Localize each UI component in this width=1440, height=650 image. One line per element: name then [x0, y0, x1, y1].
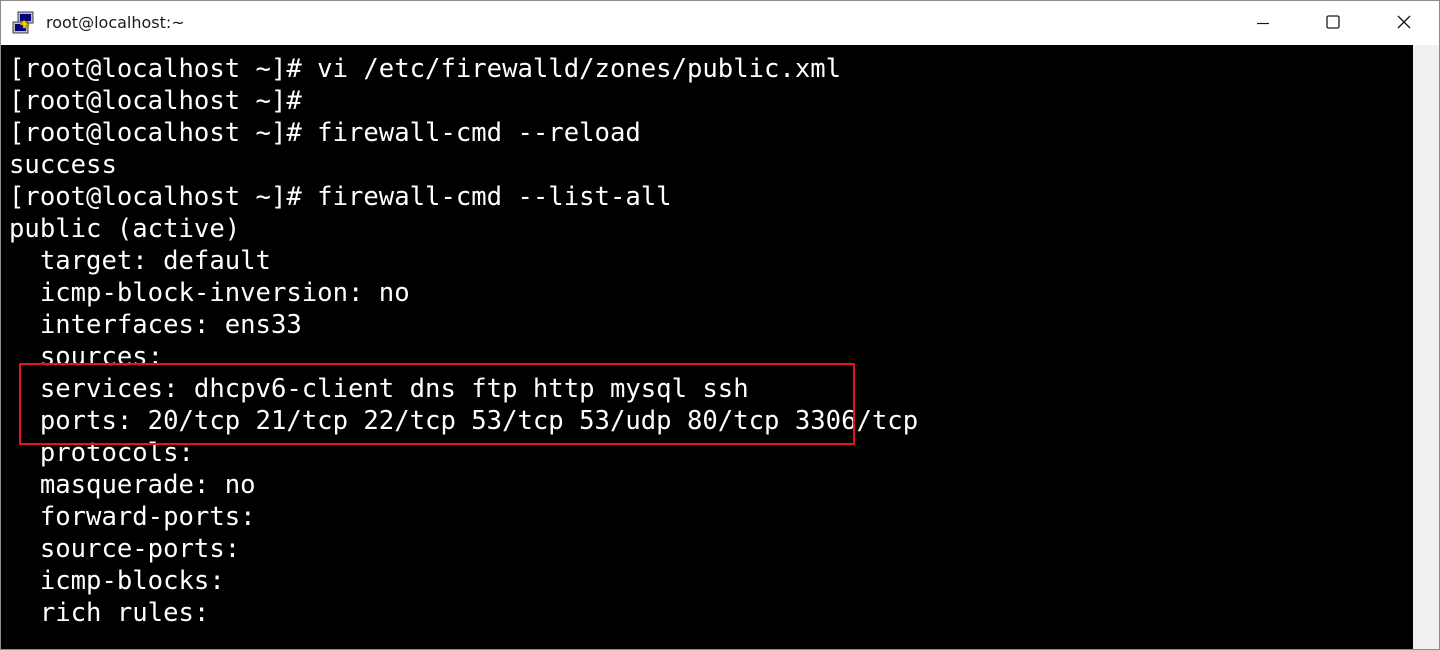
close-icon [1397, 14, 1411, 33]
terminal-line: public (active) [9, 214, 241, 244]
terminal-window: root@localhost:~ [root@localhost ~]# vi … [0, 0, 1440, 650]
window-title: root@localhost:~ [46, 13, 185, 32]
putty-terminal-icon[interactable] [11, 11, 35, 35]
minimize-icon [1257, 14, 1269, 33]
terminal-line: interfaces: ens33 [9, 310, 302, 340]
terminal-line: icmp-block-inversion: no [9, 278, 410, 308]
terminal-line: [root@localhost ~]# firewall-cmd --list-… [9, 182, 672, 212]
terminal-line: [root@localhost ~]# firewall-cmd --reloa… [9, 118, 641, 148]
terminal-line: forward-ports: [9, 502, 256, 532]
terminal-line: source-ports: [9, 534, 241, 564]
vertical-scrollbar[interactable] [1413, 45, 1439, 649]
terminal-line: target: default [9, 246, 271, 276]
terminal-output-area[interactable]: [root@localhost ~]# vi /etc/firewalld/zo… [1, 45, 1413, 649]
terminal-line-services: services: dhcpv6-client dns ftp http mys… [9, 374, 749, 404]
minimize-button[interactable] [1228, 1, 1298, 45]
terminal-lines: [root@localhost ~]# vi /etc/firewalld/zo… [9, 53, 918, 629]
maximize-button[interactable] [1298, 1, 1368, 45]
terminal-line-ports: ports: 20/tcp 21/tcp 22/tcp 53/tcp 53/ud… [9, 406, 919, 436]
close-button[interactable] [1369, 1, 1439, 45]
maximize-icon [1326, 14, 1340, 33]
title-bar[interactable]: root@localhost:~ [1, 1, 1439, 45]
terminal-line: rich rules: [9, 598, 210, 628]
terminal-line: [root@localhost ~]# [9, 86, 302, 116]
terminal-line: icmp-blocks: [9, 566, 225, 596]
terminal-line: masquerade: no [9, 470, 256, 500]
terminal-line: protocols: [9, 438, 194, 468]
terminal-line: success [9, 150, 117, 180]
terminal-line: sources: [9, 342, 164, 372]
terminal-line: [root@localhost ~]# vi /etc/firewalld/zo… [9, 54, 842, 84]
